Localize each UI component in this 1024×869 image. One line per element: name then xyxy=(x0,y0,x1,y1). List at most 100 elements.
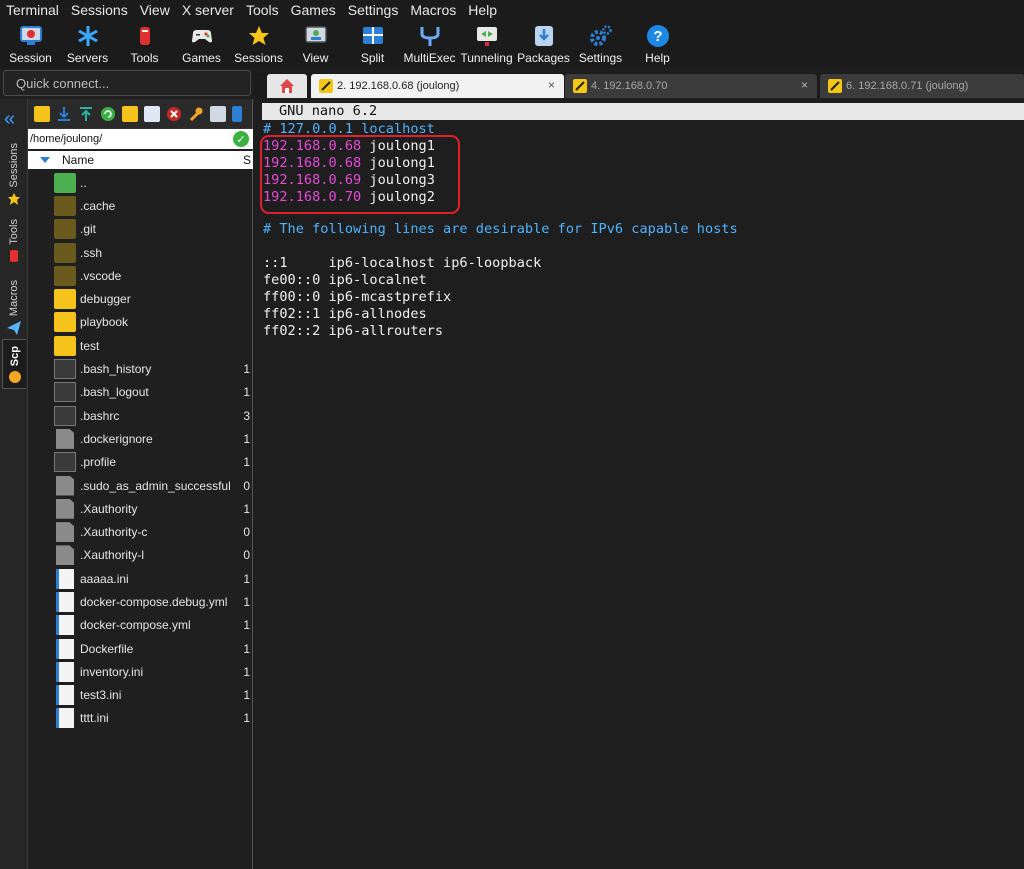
file-name: .dockerignore xyxy=(80,431,153,446)
file-row[interactable]: .. xyxy=(28,171,253,194)
upload-icon[interactable] xyxy=(78,106,94,122)
tab-session-6[interactable]: 6. 192.168.0.71 (joulong) xyxy=(820,74,1024,98)
file-row[interactable]: .Xauthority-c 0 xyxy=(28,520,253,543)
home-icon xyxy=(280,79,294,93)
file-size: 1 xyxy=(243,501,250,516)
menu-x-server[interactable]: X server xyxy=(176,0,240,20)
settings-button[interactable]: Settings xyxy=(572,20,629,68)
close-icon[interactable]: × xyxy=(548,78,555,92)
tunneling-button[interactable]: Tunneling xyxy=(458,20,515,68)
menu-help[interactable]: Help xyxy=(462,0,503,20)
path-ok-icon[interactable]: ✓ xyxy=(233,131,249,147)
text-file-icon[interactable] xyxy=(210,105,226,122)
menu-view[interactable]: View xyxy=(134,0,176,20)
ipv6-line: ff02::1 ip6-allnodes xyxy=(263,306,427,322)
packages-label: Packages xyxy=(517,51,570,65)
file-row[interactable]: .git xyxy=(28,218,253,241)
file-row[interactable]: aaaaa.ini 1 xyxy=(28,567,253,590)
refresh-icon[interactable] xyxy=(100,106,116,122)
file-list-header: Name S xyxy=(28,151,253,169)
tab-session-4[interactable]: 4. 192.168.0.70 × xyxy=(565,74,817,98)
file-size: 1 xyxy=(243,618,250,633)
split-label: Split xyxy=(360,51,385,65)
file-row[interactable]: .ssh xyxy=(28,241,253,264)
help-button[interactable]: ? Help xyxy=(629,20,686,68)
menu-sessions[interactable]: Sessions xyxy=(65,0,134,20)
side-tab-tools[interactable]: Tools xyxy=(2,219,26,263)
tools-button[interactable]: Tools xyxy=(116,20,173,68)
wrench-icon[interactable] xyxy=(188,106,204,122)
file-icon xyxy=(56,498,74,519)
file-row[interactable]: docker-compose.yml 1 xyxy=(28,614,253,637)
menu-settings[interactable]: Settings xyxy=(342,0,405,20)
file-row[interactable]: .profile 1 xyxy=(28,451,253,474)
file-row[interactable]: playbook xyxy=(28,311,253,334)
side-tab-sessions[interactable]: Sessions xyxy=(2,143,26,206)
file-row[interactable]: .dockerignore 1 xyxy=(28,427,253,450)
file-row[interactable]: inventory.ini 1 xyxy=(28,660,253,683)
quick-connect xyxy=(3,70,251,96)
hidden-folder-icon xyxy=(54,219,76,240)
file-name: .Xauthority-l xyxy=(80,548,145,563)
file-size: 3 xyxy=(243,408,250,423)
close-icon[interactable]: × xyxy=(801,78,808,92)
quick-connect-input[interactable] xyxy=(4,71,250,95)
side-tab-scp[interactable]: Scp xyxy=(2,339,26,389)
file-size: 1 xyxy=(243,362,250,377)
servers-button[interactable]: Servers xyxy=(59,20,116,68)
file-row[interactable]: tttt.ini 1 xyxy=(28,707,253,730)
ipv6-line: ff02::2 ip6-allrouters xyxy=(263,323,444,339)
tab-session-2[interactable]: 2. 192.168.0.68 (joulong) × xyxy=(311,74,564,98)
file-row[interactable]: Dockerfile 1 xyxy=(28,637,253,660)
delete-icon[interactable] xyxy=(166,106,182,122)
file-row[interactable]: .Xauthority 1 xyxy=(28,497,253,520)
current-path: /home/joulong/ xyxy=(30,133,103,145)
download-icon[interactable] xyxy=(56,106,72,122)
session-button[interactable]: Session xyxy=(2,20,59,68)
file-row[interactable]: .bashrc 3 xyxy=(28,404,253,427)
file-row[interactable]: .cache xyxy=(28,194,253,217)
packages-button[interactable]: Packages xyxy=(515,20,572,68)
view-button[interactable]: View xyxy=(287,20,344,68)
menu-terminal[interactable]: Terminal xyxy=(4,0,65,20)
file-row[interactable]: .bash_logout 1 xyxy=(28,381,253,404)
nano-header: GNU nano 6.2 xyxy=(262,103,1024,120)
multiexec-button[interactable]: MultiExec xyxy=(401,20,458,68)
sort-arrow-icon[interactable] xyxy=(40,157,50,163)
file-row[interactable]: test3.ini 1 xyxy=(28,684,253,707)
menu-games[interactable]: Games xyxy=(285,0,342,20)
servers-icon xyxy=(75,23,101,49)
config-file-icon xyxy=(56,638,74,659)
parent-folder-icon[interactable] xyxy=(34,105,50,122)
file-row[interactable]: .sudo_as_admin_successful 0 xyxy=(28,474,253,497)
tunneling-label: Tunneling xyxy=(460,51,513,65)
side-tab-macros[interactable]: Macros xyxy=(2,280,26,336)
path-bar[interactable]: /home/joulong/ ✓ xyxy=(28,129,253,149)
terminal-area[interactable]: GNU nano 6.2 # 127.0.0.1 localhost 192.1… xyxy=(257,99,1024,869)
sessions-button[interactable]: Sessions xyxy=(230,20,287,68)
main-toolbar: Session Servers Tools Games Sessions Vie… xyxy=(0,20,1024,68)
menu-macros[interactable]: Macros xyxy=(404,0,462,20)
collapse-panel-icon[interactable]: « xyxy=(4,109,15,129)
column-size[interactable]: S xyxy=(243,153,251,167)
file-row[interactable]: debugger xyxy=(28,287,253,310)
menu-tools[interactable]: Tools xyxy=(240,0,285,20)
file-row[interactable]: docker-compose.debug.yml 1 xyxy=(28,590,253,613)
tab-label: 4. 192.168.0.70 xyxy=(591,80,668,92)
column-name[interactable]: Name xyxy=(62,153,94,167)
file-row[interactable]: test xyxy=(28,334,253,357)
file-name: Dockerfile xyxy=(80,641,134,656)
file-name: .git xyxy=(80,222,97,237)
file-row[interactable]: .Xauthority-l 0 xyxy=(28,544,253,567)
file-row[interactable]: .bash_history 1 xyxy=(28,357,253,380)
file-row[interactable]: .vscode xyxy=(28,264,253,287)
home-tab[interactable] xyxy=(267,74,307,98)
file-name: .cache xyxy=(80,198,116,213)
view-label: View xyxy=(302,51,329,65)
split-button[interactable]: Split xyxy=(344,20,401,68)
new-folder-icon[interactable] xyxy=(122,105,138,122)
new-file-icon[interactable] xyxy=(144,105,160,122)
more-icon[interactable] xyxy=(232,105,242,122)
games-button[interactable]: Games xyxy=(173,20,230,68)
file-name: .bash_logout xyxy=(80,385,149,400)
